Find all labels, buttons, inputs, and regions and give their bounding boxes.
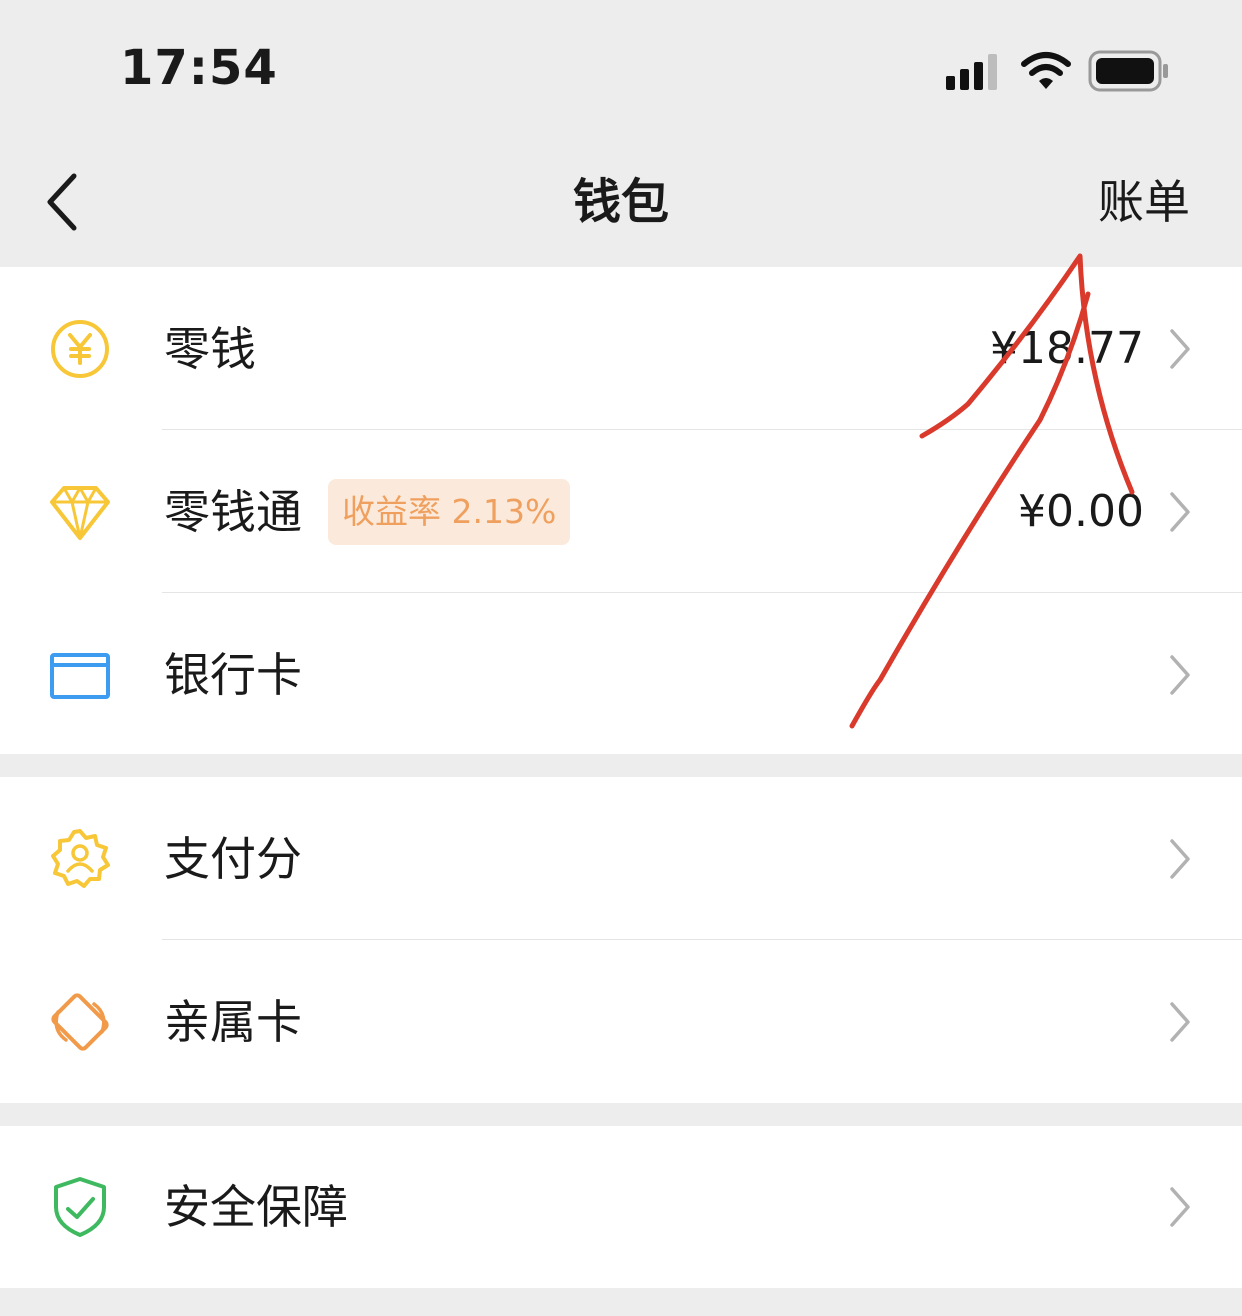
- diamond-icon: [48, 480, 112, 544]
- nav-bar: 钱包 账单: [0, 140, 1242, 266]
- chevron-right-icon: [1170, 491, 1190, 532]
- chevron-right-icon: [1170, 328, 1190, 369]
- item-label: 银行卡: [164, 647, 302, 702]
- yield-rate-badge: 收益率 2.13%: [328, 478, 571, 545]
- list-item-family-card[interactable]: 亲属卡: [0, 940, 1242, 1103]
- battery-icon: [1088, 50, 1168, 92]
- page-title: 钱包: [572, 174, 669, 230]
- services-group: 支付分 亲属卡: [0, 777, 1242, 1103]
- item-label: 亲属卡: [164, 994, 302, 1049]
- item-label: 零钱: [164, 321, 256, 376]
- chevron-right-icon: [1170, 654, 1190, 695]
- list-item-pay-score[interactable]: 支付分: [0, 777, 1242, 940]
- status-bar: 17:54: [0, 0, 1242, 140]
- balance-value: ¥18.77: [990, 322, 1144, 374]
- security-group: 安全保障: [0, 1126, 1242, 1288]
- bank-card-icon: [48, 643, 112, 707]
- balance-value: ¥0.00: [1018, 485, 1144, 537]
- list-item-lingqiantong[interactable]: 零钱通 收益率 2.13% ¥0.00: [0, 430, 1242, 593]
- list-item-security[interactable]: 安全保障: [0, 1126, 1242, 1288]
- chevron-right-icon: [1170, 1187, 1190, 1227]
- item-label: 安全保障: [164, 1180, 348, 1234]
- wallet-balance-group: 零钱 ¥18.77 零钱通 收益率 2.13% ¥0.00 银行卡: [0, 267, 1242, 754]
- list-item-bank-card[interactable]: 银行卡: [0, 593, 1242, 756]
- pay-score-icon: [48, 827, 112, 891]
- item-label: 支付分: [164, 831, 302, 886]
- status-time: 17:54: [120, 40, 278, 96]
- cellular-signal-icon: [946, 54, 997, 90]
- bill-button[interactable]: 账单: [1098, 170, 1190, 234]
- chevron-right-icon: [1170, 838, 1190, 879]
- list-item-change[interactable]: 零钱 ¥18.77: [0, 267, 1242, 430]
- wifi-icon: [1021, 52, 1071, 89]
- chevron-right-icon: [1170, 1001, 1190, 1042]
- item-label: 零钱通: [164, 484, 302, 539]
- family-card-icon: [48, 990, 112, 1054]
- shield-check-icon: [48, 1175, 112, 1239]
- yuan-coin-icon: [48, 317, 112, 381]
